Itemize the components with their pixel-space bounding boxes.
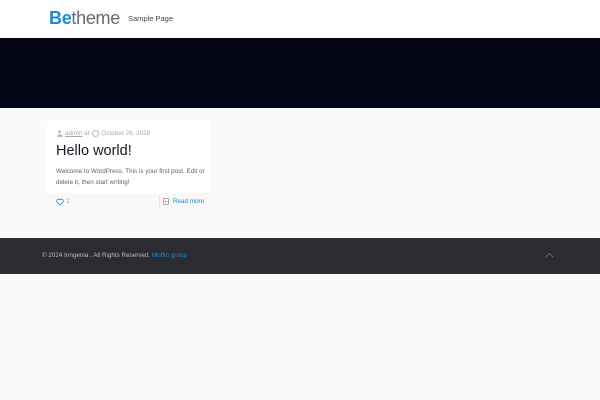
heart-icon[interactable] [56,198,64,206]
copyright-text: © 2024 Inngenia . All Rights Reserved. M… [42,252,187,260]
clock-icon [92,130,100,137]
user-icon [56,130,63,137]
read-more-link[interactable]: Read more [173,198,204,206]
nav-item-sample-page[interactable]: Sample Page [128,14,173,23]
post-date: October 26, 2018 [101,130,151,137]
site-logo[interactable]: Betheme [49,8,120,28]
subheader-banner [0,38,600,108]
logo-bold-text: Be [49,8,72,28]
like-count[interactable]: 2 [66,198,70,206]
chevron-up-icon[interactable] [545,252,554,258]
copyright-label: © 2024 Inngenia . All Rights Reserved. [42,252,151,259]
post-meta-at: at [84,130,90,137]
logo-text: theme [71,8,120,28]
post-title[interactable]: Hello world! [56,143,132,159]
post-footer: 2 Read more [47,193,210,211]
post-author-link[interactable]: admin [65,130,82,137]
credit-link[interactable]: Muffin group [152,252,187,259]
post-meta: admin at October 26, 2018 [56,130,150,137]
post-footer-divider [159,196,160,208]
document-icon [163,198,169,205]
site-footer: © 2024 Inngenia . All Rights Reserved. M… [0,238,600,274]
post-excerpt: Welcome to WordPress. This is your first… [56,168,205,186]
site-header: Betheme Sample Page [0,0,600,38]
